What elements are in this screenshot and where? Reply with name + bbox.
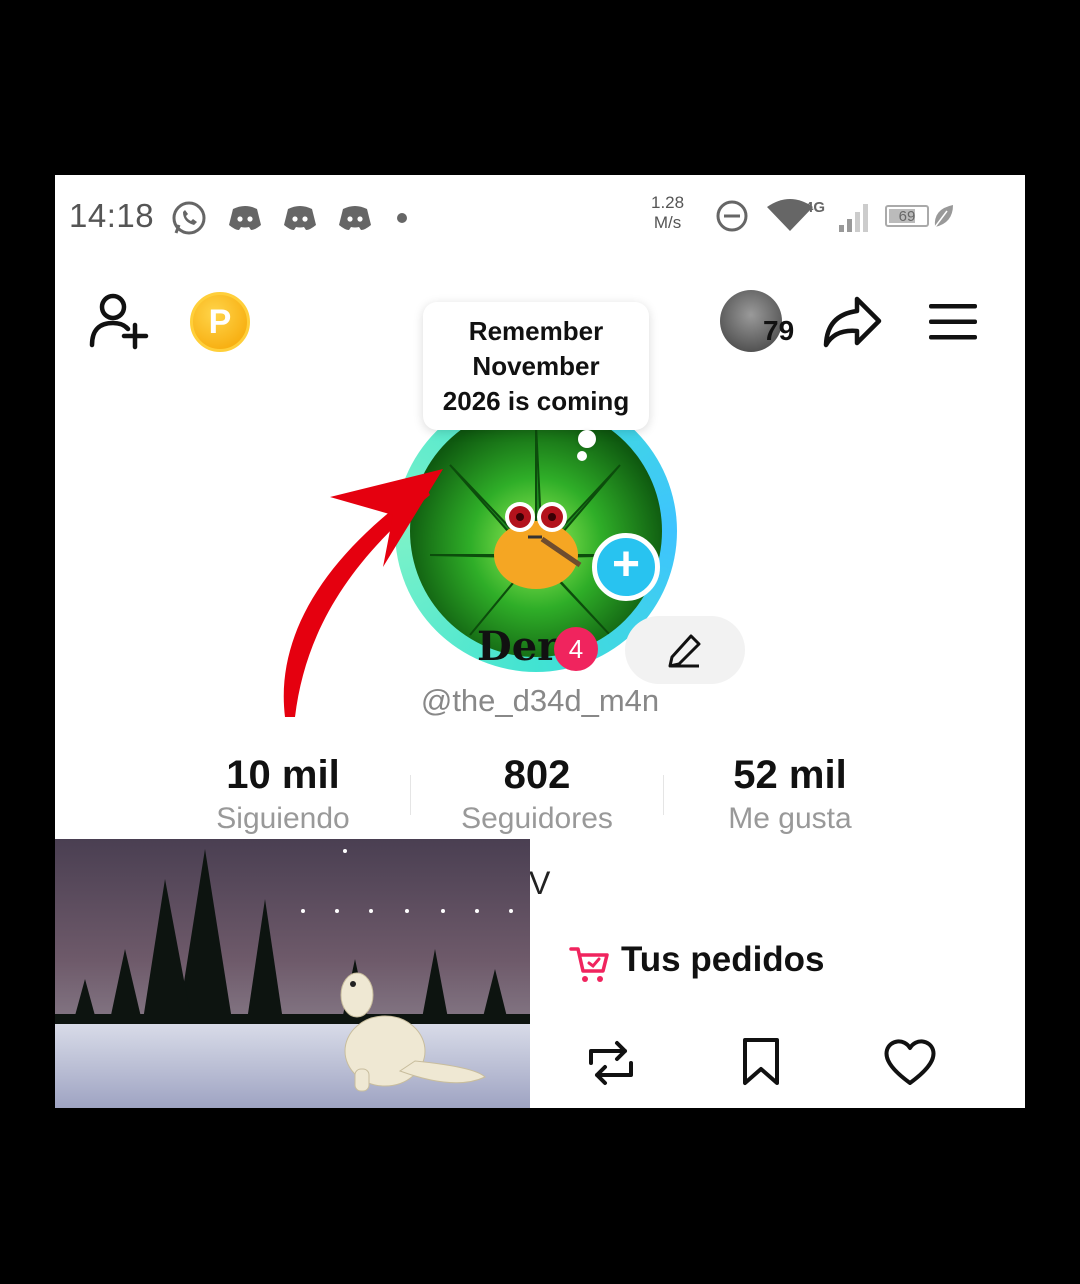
status-time: 14:18 [69, 197, 155, 234]
bubble-line-2: November [472, 351, 600, 381]
bubble-line-1: Remember [468, 316, 604, 346]
profile-handle: @the_d34d_m4n [420, 683, 660, 718]
share-icon[interactable] [821, 293, 883, 351]
friends-count: 79 [763, 315, 795, 346]
dot-icon [397, 213, 407, 223]
status-bar: 14:18 1.28 M/s 4G 69 [55, 175, 1025, 257]
overlay-video [55, 839, 530, 1108]
bubble-line-3: 2026 is coming [442, 386, 630, 416]
add-friend-icon[interactable] [87, 291, 151, 351]
pencil-icon [668, 634, 701, 668]
network-speed: 1.28 M/s [651, 193, 685, 232]
leaf-icon [934, 205, 953, 228]
notification-badge[interactable]: 4 [554, 627, 598, 671]
bio-text: V [529, 865, 551, 901]
battery-icon: 69 [885, 205, 929, 227]
liked-tab-icon[interactable] [883, 1037, 937, 1087]
signal-icon [839, 204, 868, 232]
add-story-button[interactable]: + [592, 533, 660, 601]
app-screen: 14:18 1.28 M/s 4G 69 P 79 + Remember Nov… [55, 175, 1025, 1108]
bookmark-tab-icon[interactable] [741, 1037, 781, 1087]
stat-followers[interactable]: 802 Seguidores [410, 753, 664, 836]
network-type: 4G [805, 199, 826, 216]
menu-icon[interactable] [927, 301, 979, 343]
stat-likes[interactable]: 52 mil Me gusta [663, 753, 917, 836]
bubble-tail-small [577, 451, 587, 461]
dnd-icon [716, 200, 748, 232]
cart-icon [569, 947, 609, 982]
stat-following[interactable]: 10 mil Siguiendo [156, 753, 410, 836]
edit-profile-button[interactable] [625, 616, 745, 684]
status-bubble[interactable]: Remember November 2026 is coming [423, 302, 649, 430]
discord-icon [229, 206, 261, 230]
discord-icon [284, 206, 316, 230]
orders-link[interactable]: Tus pedidos [621, 940, 825, 980]
bubble-tail [578, 430, 596, 448]
profile-name: Der [477, 623, 559, 670]
polar-bear-scene [55, 839, 530, 1108]
repost-tab-icon[interactable] [583, 1037, 639, 1089]
coin-icon[interactable]: P [190, 292, 250, 352]
discord-icon [339, 206, 371, 230]
whatsapp-icon [172, 201, 206, 235]
